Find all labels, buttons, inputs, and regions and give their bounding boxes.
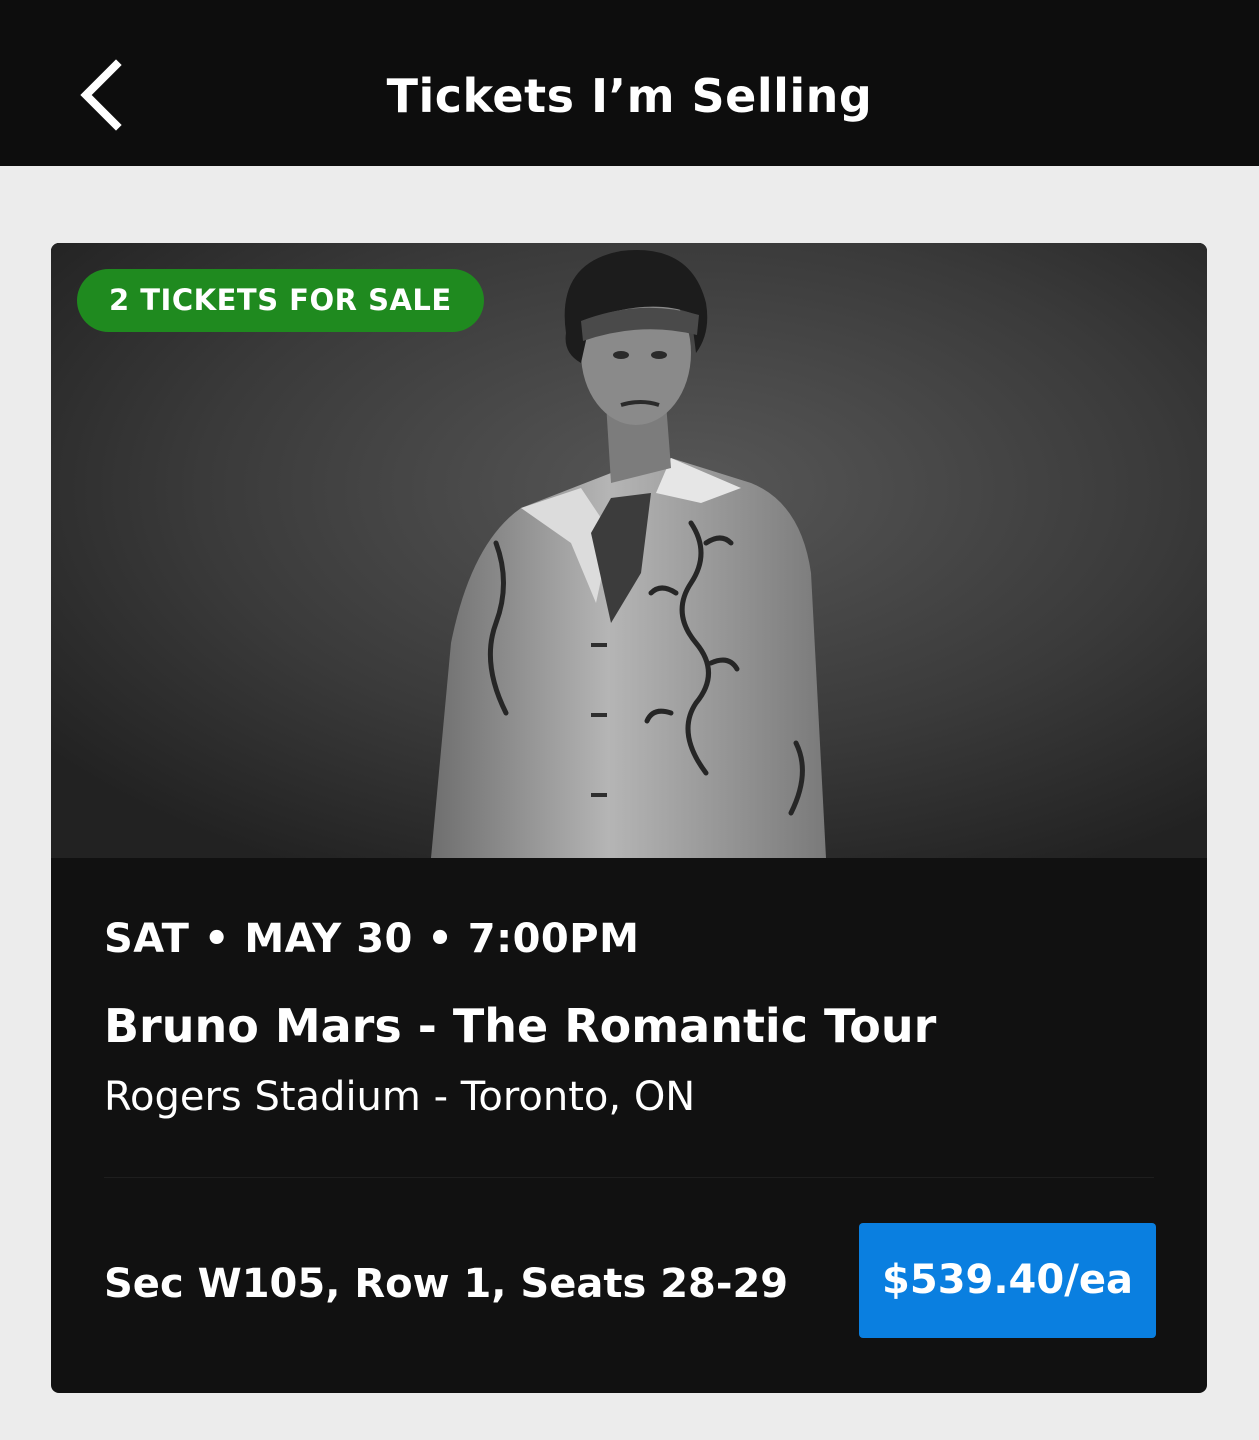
tickets-for-sale-badge: 2 TICKETS FOR SALE: [77, 269, 484, 332]
event-venue: Rogers Stadium - Toronto, ON: [104, 1074, 696, 1120]
seat-details: Sec W105, Row 1, Seats 28-29: [104, 1261, 789, 1307]
page-title: Tickets I’m Selling: [386, 69, 873, 123]
event-hero-image: 2 TICKETS FOR SALE: [51, 243, 1207, 858]
event-name: Bruno Mars - The Romantic Tour: [104, 999, 937, 1053]
top-navigation-bar: Tickets I’m Selling: [0, 0, 1259, 166]
ticket-listing-card[interactable]: 2 TICKETS FOR SALE SAT • MAY 30 • 7:00PM…: [51, 243, 1207, 1393]
event-date-time: SAT • MAY 30 • 7:00PM: [104, 916, 640, 962]
price-button[interactable]: $539.40/ea: [859, 1223, 1156, 1338]
divider: [104, 1177, 1154, 1178]
